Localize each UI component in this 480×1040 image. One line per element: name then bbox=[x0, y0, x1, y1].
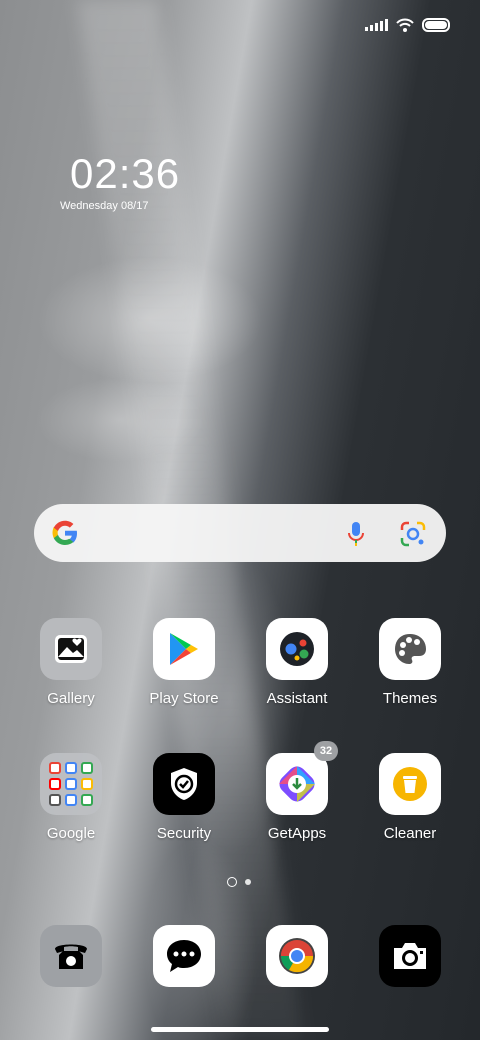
gallery-icon bbox=[40, 618, 102, 680]
page-dot[interactable] bbox=[245, 879, 251, 885]
play-store-icon bbox=[153, 618, 215, 680]
dock-phone[interactable] bbox=[21, 925, 121, 987]
app-label: GetApps bbox=[267, 825, 327, 842]
app-label: Cleaner bbox=[383, 825, 437, 842]
clock-time[interactable]: 02:36 bbox=[70, 150, 180, 198]
app-label: Play Store bbox=[149, 690, 219, 707]
phone-icon bbox=[40, 925, 102, 987]
clock-date[interactable]: Wednesday 08/17 bbox=[60, 200, 148, 212]
chrome-icon bbox=[266, 925, 328, 987]
folder-icon bbox=[40, 753, 102, 815]
dock-camera[interactable] bbox=[360, 925, 460, 987]
wifi-icon bbox=[396, 18, 414, 32]
lens-icon[interactable] bbox=[400, 521, 426, 547]
battery-icon bbox=[422, 18, 450, 32]
camera-icon bbox=[379, 925, 441, 987]
app-assistant[interactable]: Assistant bbox=[247, 618, 347, 707]
palette-icon bbox=[379, 618, 441, 680]
page-dot-current[interactable] bbox=[227, 877, 237, 887]
home-gesture-bar[interactable] bbox=[151, 1027, 329, 1032]
app-cleaner[interactable]: Cleaner bbox=[360, 753, 460, 842]
app-security[interactable]: Security bbox=[134, 753, 234, 842]
notification-badge: 32 bbox=[314, 741, 338, 761]
page-indicator bbox=[227, 877, 251, 887]
signal-icon bbox=[365, 19, 388, 31]
status-bar bbox=[365, 18, 450, 32]
app-label: Assistant bbox=[266, 690, 328, 707]
app-themes[interactable]: Themes bbox=[360, 618, 460, 707]
getapps-icon: 32 bbox=[266, 741, 338, 815]
app-getapps[interactable]: 32 GetApps bbox=[247, 741, 347, 842]
google-search-bar[interactable] bbox=[34, 504, 446, 562]
mic-icon[interactable] bbox=[346, 521, 366, 547]
app-google-folder[interactable]: Google bbox=[21, 753, 121, 842]
trash-icon bbox=[379, 753, 441, 815]
assistant-icon bbox=[266, 618, 328, 680]
app-label: Gallery bbox=[47, 690, 95, 707]
messages-icon bbox=[153, 925, 215, 987]
app-label: Security bbox=[156, 825, 212, 842]
app-label: Google bbox=[46, 825, 96, 842]
dock-messages[interactable] bbox=[134, 925, 234, 987]
google-g-icon bbox=[52, 520, 77, 545]
dock-chrome[interactable] bbox=[247, 925, 347, 987]
app-play-store[interactable]: Play Store bbox=[134, 618, 234, 707]
app-gallery[interactable]: Gallery bbox=[21, 618, 121, 707]
shield-icon bbox=[153, 753, 215, 815]
app-label: Themes bbox=[382, 690, 438, 707]
